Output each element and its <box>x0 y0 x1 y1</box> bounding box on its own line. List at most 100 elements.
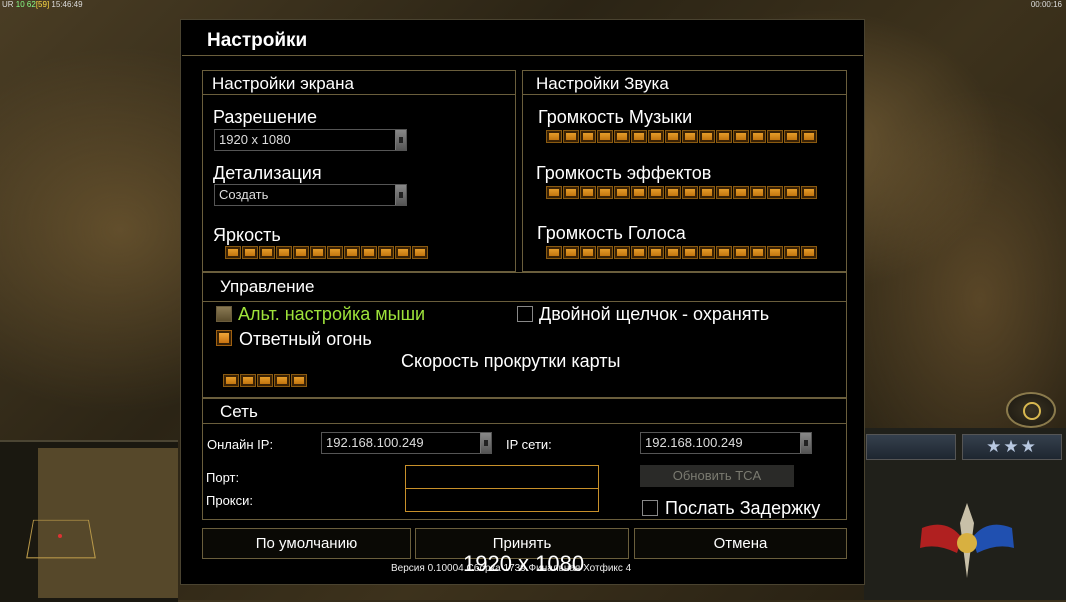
brightness-slider[interactable] <box>225 246 428 259</box>
default-button[interactable]: По умолчанию <box>202 528 411 559</box>
slider-segment[interactable] <box>682 130 698 143</box>
slider-segment[interactable] <box>361 246 377 259</box>
online-ip-dropdown[interactable]: 192.168.100.249 <box>321 432 492 454</box>
slider-segment[interactable] <box>614 130 630 143</box>
resolution-dropdown[interactable]: 1920 x 1080 <box>214 129 407 151</box>
proxy-input[interactable] <box>405 488 599 512</box>
voice-volume-slider[interactable] <box>546 246 817 259</box>
minimap[interactable] <box>0 440 178 602</box>
slider-segment[interactable] <box>699 246 715 259</box>
slider-segment[interactable] <box>580 246 596 259</box>
slider-segment[interactable] <box>395 246 411 259</box>
slider-segment[interactable] <box>291 374 307 387</box>
effects-volume-slider[interactable] <box>546 186 817 199</box>
detail-dropdown[interactable]: Создать <box>214 184 407 206</box>
slider-segment[interactable] <box>682 246 698 259</box>
send-delay-label[interactable]: Послать Задержку <box>665 498 820 519</box>
slider-segment[interactable] <box>293 246 309 259</box>
radar-icon[interactable] <box>1006 392 1056 428</box>
slider-segment[interactable] <box>242 246 258 259</box>
screen-settings-title: Настройки экрана <box>212 74 354 93</box>
slider-segment[interactable] <box>665 130 681 143</box>
slider-segment[interactable] <box>767 186 783 199</box>
slider-segment[interactable] <box>767 246 783 259</box>
return-fire-label[interactable]: Ответный огонь <box>239 329 372 350</box>
slider-segment[interactable] <box>716 186 732 199</box>
slider-segment[interactable] <box>648 130 664 143</box>
lan-ip-dropdown[interactable]: 192.168.100.249 <box>640 432 812 454</box>
hud-timer: 00:00:16 <box>1030 0 1062 9</box>
slider-segment[interactable] <box>750 246 766 259</box>
slider-segment[interactable] <box>327 246 343 259</box>
slider-segment[interactable] <box>631 246 647 259</box>
dropdown-arrow-icon[interactable] <box>480 433 491 453</box>
hud-topbar: UR 10 62[59] 15:46:49 00:00:16 <box>0 0 1066 10</box>
slider-segment[interactable] <box>631 186 647 199</box>
slider-segment[interactable] <box>240 374 256 387</box>
double-click-label[interactable]: Двойной щелчок - охранять <box>539 304 769 325</box>
slider-segment[interactable] <box>546 246 562 259</box>
cancel-button[interactable]: Отмена <box>634 528 847 559</box>
slider-segment[interactable] <box>733 246 749 259</box>
slider-segment[interactable] <box>665 246 681 259</box>
section-divider <box>523 94 846 95</box>
slider-segment[interactable] <box>767 130 783 143</box>
dropdown-arrow-icon[interactable] <box>800 433 811 453</box>
double-click-checkbox[interactable] <box>517 306 533 322</box>
scroll-speed-slider[interactable] <box>223 374 307 387</box>
slider-segment[interactable] <box>597 246 613 259</box>
slider-segment[interactable] <box>648 186 664 199</box>
slider-segment[interactable] <box>801 186 817 199</box>
slider-segment[interactable] <box>257 374 273 387</box>
panel-tab-button[interactable] <box>866 434 956 460</box>
slider-segment[interactable] <box>699 130 715 143</box>
return-fire-checkbox[interactable] <box>216 330 232 346</box>
slider-segment[interactable] <box>223 374 239 387</box>
slider-segment[interactable] <box>699 186 715 199</box>
port-input[interactable] <box>405 465 599 489</box>
slider-segment[interactable] <box>631 130 647 143</box>
slider-segment[interactable] <box>546 186 562 199</box>
slider-segment[interactable] <box>310 246 326 259</box>
slider-segment[interactable] <box>563 186 579 199</box>
slider-segment[interactable] <box>801 246 817 259</box>
dropdown-arrow-icon[interactable] <box>395 185 406 205</box>
slider-segment[interactable] <box>580 130 596 143</box>
slider-segment[interactable] <box>378 246 394 259</box>
slider-segment[interactable] <box>801 130 817 143</box>
slider-segment[interactable] <box>648 246 664 259</box>
slider-segment[interactable] <box>225 246 241 259</box>
send-delay-checkbox[interactable] <box>642 500 658 516</box>
network-box: Сеть Онлайн IP: 192.168.100.249 IP сети:… <box>202 398 847 520</box>
slider-segment[interactable] <box>259 246 275 259</box>
slider-segment[interactable] <box>597 186 613 199</box>
alt-mouse-checkbox[interactable] <box>216 306 232 322</box>
slider-segment[interactable] <box>412 246 428 259</box>
slider-segment[interactable] <box>733 130 749 143</box>
slider-segment[interactable] <box>784 246 800 259</box>
slider-segment[interactable] <box>344 246 360 259</box>
dropdown-arrow-icon[interactable] <box>395 130 406 150</box>
slider-segment[interactable] <box>274 374 290 387</box>
slider-segment[interactable] <box>546 130 562 143</box>
slider-segment[interactable] <box>733 186 749 199</box>
slider-segment[interactable] <box>614 246 630 259</box>
slider-segment[interactable] <box>682 186 698 199</box>
alt-mouse-label[interactable]: Альт. настройка мыши <box>238 304 425 325</box>
update-tca-button[interactable]: Обновить TCA <box>640 465 794 487</box>
rank-stars-icon[interactable]: ★★★ <box>962 434 1062 460</box>
slider-segment[interactable] <box>276 246 292 259</box>
slider-segment[interactable] <box>784 186 800 199</box>
slider-segment[interactable] <box>784 130 800 143</box>
slider-segment[interactable] <box>614 186 630 199</box>
slider-segment[interactable] <box>750 186 766 199</box>
slider-segment[interactable] <box>563 130 579 143</box>
slider-segment[interactable] <box>665 186 681 199</box>
slider-segment[interactable] <box>580 186 596 199</box>
slider-segment[interactable] <box>716 246 732 259</box>
slider-segment[interactable] <box>563 246 579 259</box>
slider-segment[interactable] <box>597 130 613 143</box>
slider-segment[interactable] <box>716 130 732 143</box>
music-volume-slider[interactable] <box>546 130 817 143</box>
slider-segment[interactable] <box>750 130 766 143</box>
